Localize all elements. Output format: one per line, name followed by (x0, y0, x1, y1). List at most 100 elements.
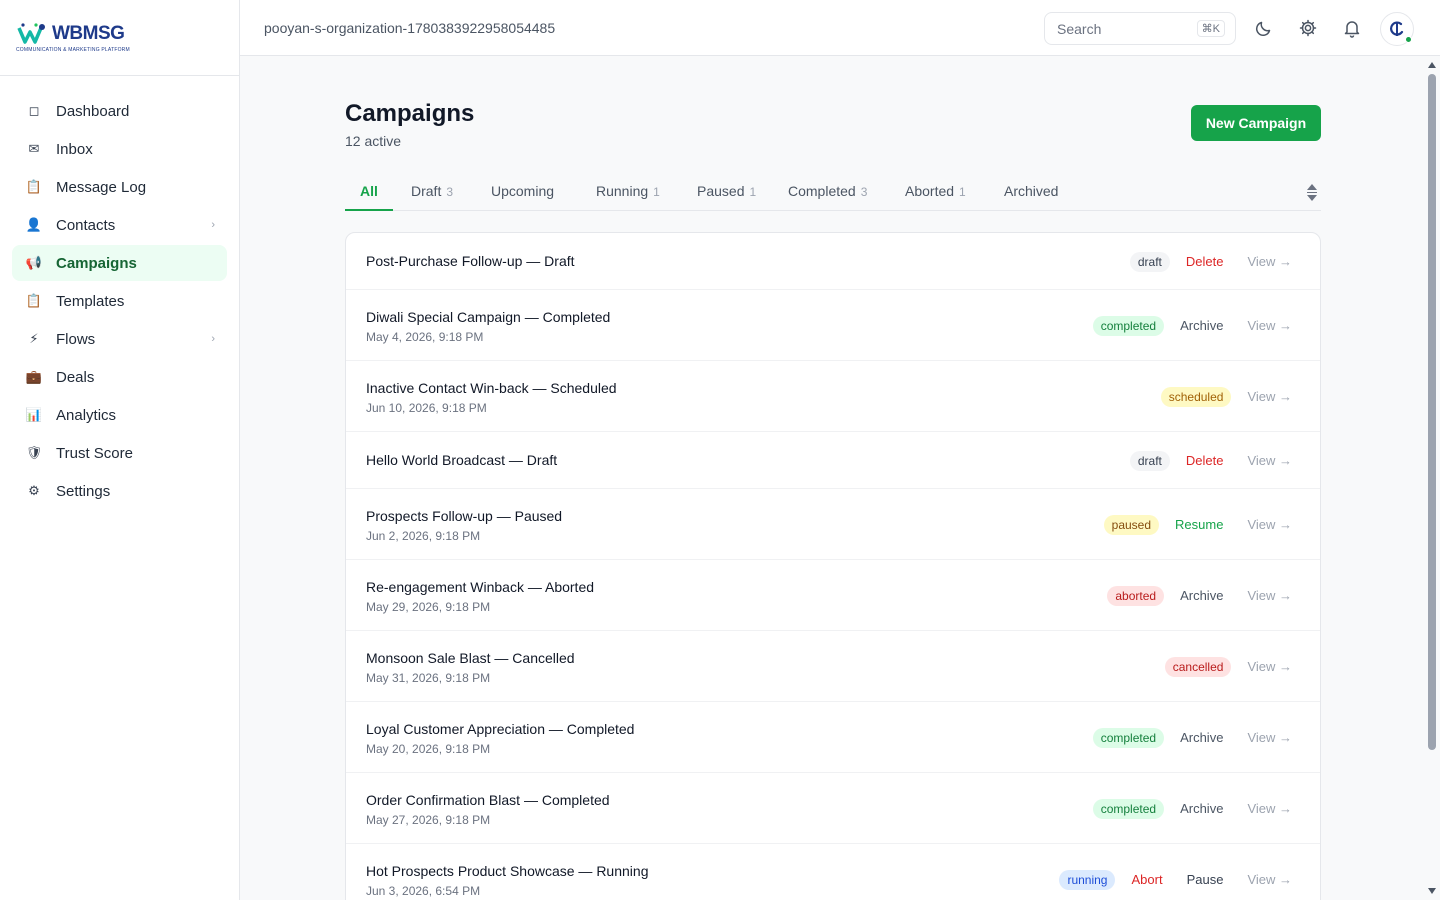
tab-label: Paused (697, 183, 745, 199)
online-status-dot (1405, 36, 1412, 43)
view-link[interactable]: View → (1247, 389, 1292, 404)
view-link[interactable]: View → (1247, 801, 1292, 816)
campaign-title[interactable]: Hello World Broadcast — Draft (366, 452, 557, 468)
campaign-date: Jun 10, 2026, 9:18 PM (366, 401, 487, 415)
campaign-title[interactable]: Hot Prospects Product Showcase — Running (366, 863, 648, 879)
archive-button[interactable]: Archive (1180, 801, 1223, 816)
campaign-title[interactable]: Inactive Contact Win-back — Scheduled (366, 380, 617, 396)
clipboard-icon: 📋 (25, 293, 43, 308)
sidebar-item-flows[interactable]: ⚡ Flows › (12, 321, 227, 357)
view-link[interactable]: View → (1247, 318, 1292, 333)
shield-icon: 🛡 (25, 445, 43, 460)
campaign-row[interactable]: Loyal Customer Appreciation — Completed M… (346, 702, 1320, 773)
sidebar-nav: ◻ Dashboard ✉ Inbox 📋 Message Log 👤 Contacts › 📢 C… (0, 76, 239, 509)
lightning-icon: ⚡ (29, 331, 39, 346)
sidebar-item-deals[interactable]: 💼 Deals (12, 359, 227, 395)
status-badge: draft (1129, 251, 1170, 272)
sidebar-item-label: Dashboard (56, 102, 130, 120)
campaign-title[interactable]: Post-Purchase Follow-up — Draft (366, 253, 575, 269)
tab-archived[interactable]: Archived (1004, 183, 1058, 211)
new-campaign-button[interactable]: New Campaign (1191, 105, 1321, 141)
sidebar-item-settings[interactable]: ⚙ Settings (12, 473, 227, 509)
gear-icon: ⚙ (28, 483, 40, 498)
brand-logo[interactable]: WBMSG COMMUNICATION & MARKETING PLATFORM (16, 22, 130, 53)
tab-aborted[interactable]: Aborted 1 (905, 183, 966, 211)
chevron-right-icon[interactable]: › (211, 333, 215, 345)
view-link[interactable]: View → (1247, 588, 1292, 603)
campaign-row[interactable]: Hot Prospects Product Showcase — Running… (346, 844, 1320, 900)
abort-button[interactable]: Abort (1131, 872, 1162, 887)
tab-label: Aborted (905, 183, 955, 199)
sidebar-item-analytics[interactable]: 📊 Analytics (12, 397, 227, 433)
campaign-title[interactable]: Order Confirmation Blast — Completed (366, 792, 610, 808)
moon-icon[interactable] (1253, 17, 1275, 39)
topbar: pooyan-s-organization-178038392295805448… (240, 0, 1440, 56)
brand-name: WBMSG (52, 23, 125, 44)
tab-label: Draft (411, 183, 442, 199)
status-badge: scheduled (1160, 386, 1232, 407)
view-link[interactable]: View → (1247, 517, 1292, 532)
campaign-title[interactable]: Diwali Special Campaign — Completed (366, 309, 610, 325)
tab-completed[interactable]: Completed 3 (788, 183, 867, 211)
campaign-date: May 4, 2026, 9:18 PM (366, 330, 484, 344)
sidebar-item-inbox[interactable]: ✉ Inbox (12, 131, 227, 167)
bell-icon[interactable] (1341, 17, 1363, 39)
campaign-row[interactable]: Hello World Broadcast — Draft draft Delete… (346, 432, 1320, 489)
scroll-up-icon[interactable] (1428, 62, 1436, 68)
sidebar-item-label: Inbox (56, 140, 93, 158)
sidebar-item-campaigns[interactable]: 📢 Campaigns (12, 245, 227, 281)
tab-all[interactable]: All (345, 183, 393, 211)
view-link[interactable]: View → (1247, 453, 1292, 468)
sidebar-item-message-log[interactable]: 📋 Message Log (12, 169, 227, 205)
campaign-list: Post-Purchase Follow-up — Draft draft Dele… (345, 232, 1321, 900)
view-link[interactable]: View → (1247, 659, 1292, 674)
tab-draft[interactable]: Draft 3 (411, 183, 453, 211)
archive-button[interactable]: Archive (1180, 730, 1223, 745)
delete-button[interactable]: Delete (1186, 254, 1224, 269)
clipboard-icon: 📋 (25, 179, 43, 194)
archive-button[interactable]: Archive (1180, 318, 1223, 333)
campaign-row[interactable]: Order Confirmation Blast — Completed May … (346, 773, 1320, 844)
campaign-row[interactable]: Monsoon Sale Blast — Cancelled May 31, 20… (346, 631, 1320, 702)
campaign-row[interactable]: Prospects Follow-up — Paused Jun 2, 2026,… (346, 489, 1320, 560)
campaign-title[interactable]: Loyal Customer Appreciation — Completed (366, 721, 634, 737)
tab-upcoming[interactable]: Upcoming (491, 183, 554, 211)
campaign-date: May 27, 2026, 9:18 PM (366, 813, 491, 827)
scroll-down-icon[interactable] (1428, 888, 1436, 894)
view-link[interactable]: View → (1247, 872, 1292, 887)
campaign-title[interactable]: Monsoon Sale Blast — Cancelled (366, 650, 575, 666)
tab-paused[interactable]: Paused 1 (697, 183, 756, 211)
sidebar-item-dashboard[interactable]: ◻ Dashboard (12, 93, 227, 129)
campaign-date: May 20, 2026, 9:18 PM (366, 742, 491, 756)
chevron-right-icon[interactable]: › (211, 219, 215, 231)
view-link[interactable]: View → (1247, 730, 1292, 745)
tab-label: Upcoming (491, 183, 555, 199)
campaign-title[interactable]: Re-engagement Winback — Aborted (366, 579, 594, 595)
status-tabs: All Draft 3 Upcoming Running 1 Paused 1 Complete… (345, 176, 1321, 211)
status-badge: aborted (1107, 585, 1165, 606)
campaign-row[interactable]: Re-engagement Winback — Aborted May 29, 2… (346, 560, 1320, 631)
campaign-row[interactable]: Post-Purchase Follow-up — Draft draft Dele… (346, 233, 1320, 290)
campaign-title[interactable]: Prospects Follow-up — Paused (366, 508, 562, 524)
status-badge: completed (1092, 315, 1165, 336)
campaign-row[interactable]: Diwali Special Campaign — Completed May 4… (346, 290, 1320, 361)
pause-button[interactable]: Pause (1187, 872, 1224, 887)
delete-button[interactable]: Delete (1186, 453, 1224, 468)
scrollbar-thumb[interactable] (1428, 74, 1436, 750)
page-subtitle: 12 active (345, 133, 402, 149)
campaign-row[interactable]: Inactive Contact Win-back — Scheduled Jun… (346, 361, 1320, 432)
sidebar-item-contacts[interactable]: 👤 Contacts › (12, 207, 227, 243)
sidebar-item-trust-score[interactable]: 🛡 Trust Score (12, 435, 227, 471)
search-input[interactable]: Search ⌘K (1044, 12, 1236, 45)
tab-scroll-icon[interactable] (1305, 176, 1319, 208)
archive-button[interactable]: Archive (1180, 588, 1223, 603)
tab-running[interactable]: Running 1 (596, 183, 660, 211)
resume-button[interactable]: Resume (1175, 517, 1223, 532)
view-link[interactable]: View → (1247, 254, 1292, 269)
sidebar-item-templates[interactable]: 📋 Templates (12, 283, 227, 319)
avatar[interactable] (1380, 12, 1414, 46)
row-actions: paused Resume View → (1103, 514, 1292, 535)
organization-name[interactable]: pooyan-s-organization-178038392295805448… (264, 20, 555, 36)
page-scrollbar[interactable] (1425, 56, 1440, 900)
gear-icon[interactable] (1297, 17, 1319, 39)
